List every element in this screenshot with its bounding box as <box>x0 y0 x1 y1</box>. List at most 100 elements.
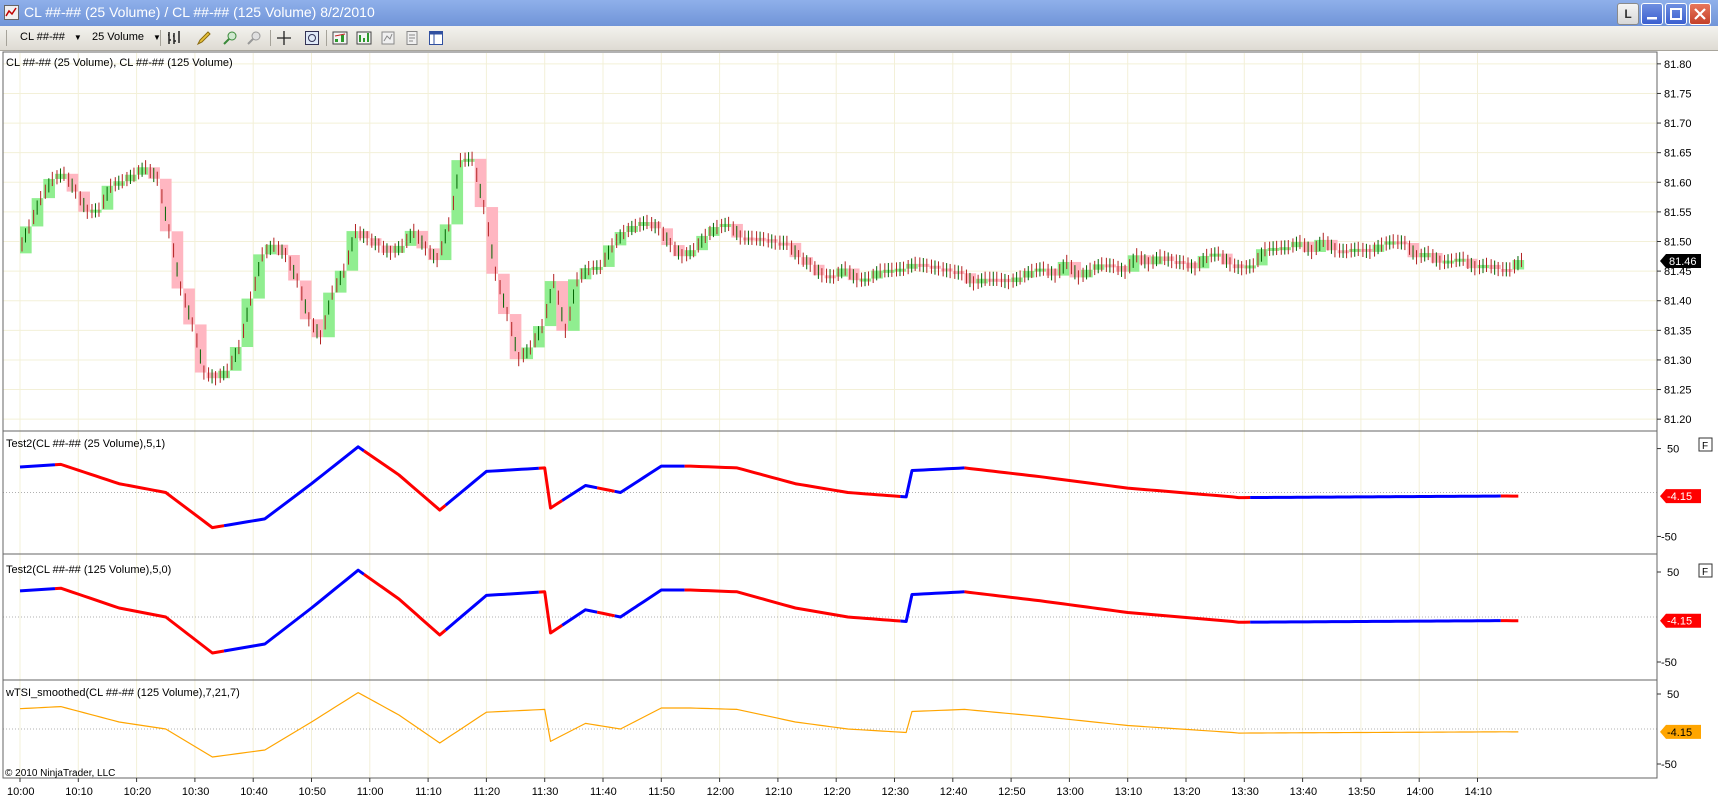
time-tick-label: 13:00 <box>1056 786 1084 798</box>
time-tick-label: 10:50 <box>299 786 327 798</box>
ind2-last-marker: -4.15 <box>1660 613 1701 628</box>
ind-tick-label: 50 <box>1667 689 1679 701</box>
close-button[interactable] <box>1689 3 1711 25</box>
price-tick-label: 81.25 <box>1664 385 1692 397</box>
copyright-text: © 2010 NinjaTrader, LLC <box>5 768 115 779</box>
ind-tick-label: -50 <box>1661 657 1677 669</box>
down-box <box>486 207 499 274</box>
time-tick-label: 12:10 <box>765 786 793 798</box>
maximize-icon <box>1670 8 1682 20</box>
ind-tick-label: 50 <box>1667 444 1679 456</box>
time-tick-label: 12:40 <box>940 786 968 798</box>
ind3-last-marker: -4.15 <box>1660 724 1701 739</box>
time-tick-label: 14:10 <box>1465 786 1493 798</box>
up-box <box>544 281 557 327</box>
down-box <box>556 281 569 331</box>
ind-tick-label: -50 <box>1661 759 1677 771</box>
link-button[interactable]: L <box>1617 3 1639 25</box>
time-tick-label: 12:00 <box>707 786 735 798</box>
down-box <box>171 231 184 289</box>
maximize-button[interactable] <box>1665 3 1687 25</box>
toolbar-separator <box>270 30 271 46</box>
window-title: CL ##-## (25 Volume) / CL ##-## (125 Vol… <box>24 4 375 20</box>
price-tick-label: 81.80 <box>1664 59 1692 71</box>
time-tick-label: 11:40 <box>590 786 617 798</box>
time-tick-label: 12:50 <box>998 786 1026 798</box>
up-box <box>568 279 580 331</box>
price-tick-label: 81.30 <box>1664 355 1692 367</box>
crosshair-icon[interactable] <box>276 30 292 46</box>
interval-selector[interactable]: 25 Volume ▼ <box>92 31 161 43</box>
down-box <box>194 324 207 373</box>
chart-trader-icon[interactable] <box>380 30 396 46</box>
price-tick-label: 81.65 <box>1664 148 1692 160</box>
minimize-button[interactable] <box>1641 3 1663 25</box>
time-tick-label: 11:50 <box>648 786 675 798</box>
price-tick-label: 81.70 <box>1664 118 1692 130</box>
down-box <box>159 178 172 232</box>
ind1-panel-label: Test2(CL ##-## (25 Volume),5,1) <box>6 438 165 450</box>
price-last-marker: 81.46 <box>1660 254 1701 268</box>
chart-properties-icon[interactable] <box>404 30 420 46</box>
time-tick-label: 13:50 <box>1348 786 1376 798</box>
window-title-bar: CL ##-## (25 Volume) / CL ##-## (125 Vol… <box>0 0 1718 27</box>
time-tick-label: 12:20 <box>823 786 851 798</box>
time-tick-label: 10:00 <box>7 786 35 798</box>
time-tick-label: 10:30 <box>182 786 210 798</box>
strategies-icon[interactable] <box>356 30 372 46</box>
price-tick-label: 81.50 <box>1664 237 1692 249</box>
time-tick-label: 13:10 <box>1115 786 1143 798</box>
price-tick-label: 81.75 <box>1664 88 1692 100</box>
time-tick-label: 11:30 <box>532 786 559 798</box>
window-layout-icon[interactable] <box>428 30 444 46</box>
ind3-last-value: -4.15 <box>1667 727 1692 739</box>
toolbar-separator <box>160 30 161 46</box>
chart-area[interactable]: CL ##-## (25 Volume), CL ##-## (125 Volu… <box>0 51 1718 808</box>
time-tick-label: 13:20 <box>1173 786 1201 798</box>
f-icon: F <box>1702 441 1708 452</box>
time-tick-label: 13:40 <box>1290 786 1318 798</box>
ind1-last-marker: -4.15 <box>1660 489 1701 504</box>
price-panel-label: CL ##-## (25 Volume), CL ##-## (125 Volu… <box>6 57 233 69</box>
time-tick-label: 10:40 <box>240 786 268 798</box>
data-box-icon[interactable] <box>304 30 320 46</box>
time-tick-label: 10:10 <box>65 786 93 798</box>
time-tick-label: 13:30 <box>1231 786 1259 798</box>
test2-line <box>1250 494 1501 500</box>
price-tick-label: 81.35 <box>1664 325 1692 337</box>
instrument-label: CL ##-## <box>20 31 65 43</box>
price-last-value: 81.46 <box>1669 256 1697 268</box>
ind1-properties-button[interactable]: F <box>1698 437 1713 452</box>
time-tick-label: 12:30 <box>882 786 910 798</box>
price-tick-label: 81.40 <box>1664 296 1692 308</box>
time-tick-label: 11:00 <box>357 786 384 798</box>
ind2-last-value: -4.15 <box>1667 616 1692 628</box>
ind1-last-value: -4.15 <box>1667 491 1692 503</box>
bar-type-icon[interactable] <box>166 30 182 46</box>
up-box <box>323 292 335 338</box>
test2-line <box>1250 619 1501 624</box>
chart-toolbar: CL ##-## ▼ 25 Volume ▼ <box>0 26 1718 51</box>
drawing-pencil-icon[interactable] <box>196 30 212 46</box>
up-box <box>253 254 265 299</box>
time-tick-label: 11:10 <box>415 786 442 798</box>
instrument-selector[interactable]: CL ##-## ▼ <box>20 31 82 43</box>
indicators-icon[interactable] <box>332 30 348 46</box>
price-tick-label: 81.55 <box>1664 207 1692 219</box>
down-box <box>474 158 487 208</box>
interval-label: 25 Volume <box>92 31 144 43</box>
time-tick-label: 10:20 <box>124 786 152 798</box>
up-box <box>451 160 464 225</box>
zoom-in-icon[interactable] <box>222 30 238 46</box>
zoom-out-icon[interactable] <box>246 30 262 46</box>
price-tick-label: 81.60 <box>1664 177 1692 189</box>
ind2-properties-button[interactable]: F <box>1698 563 1713 578</box>
down-box <box>509 314 522 360</box>
ind-tick-label: -50 <box>1661 531 1677 543</box>
chevron-down-icon: ▼ <box>73 33 82 42</box>
ind2-panel-label: Test2(CL ##-## (125 Volume),5,0) <box>6 564 171 576</box>
minimize-icon <box>1647 17 1657 20</box>
time-tick-label: 14:00 <box>1406 786 1434 798</box>
f-icon: F <box>1702 567 1708 578</box>
price-tick-label: 81.20 <box>1664 414 1692 426</box>
